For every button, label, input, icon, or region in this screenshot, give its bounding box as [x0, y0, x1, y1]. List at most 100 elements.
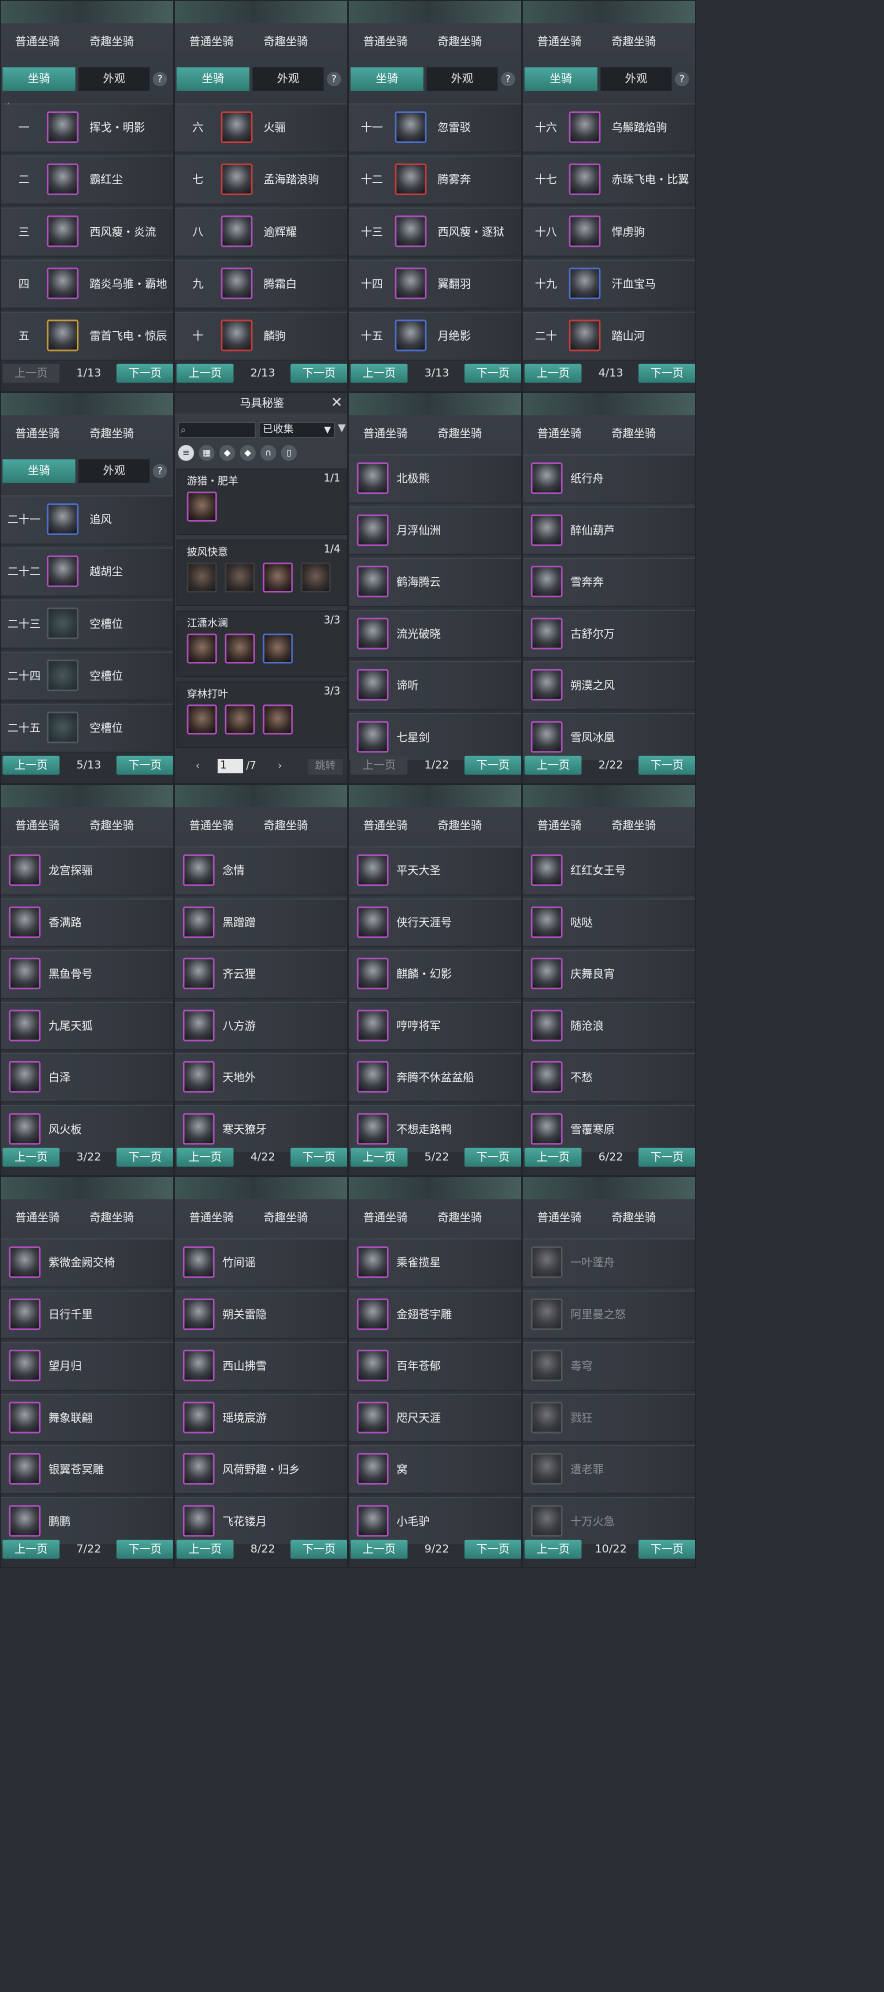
gear-piece-icon[interactable] — [186, 633, 217, 664]
list-item[interactable]: 十万火急 — [523, 1496, 695, 1546]
gear-piece-icon[interactable] — [300, 562, 331, 593]
list-item[interactable]: 十四 翼翻羽 — [349, 259, 521, 309]
list-item[interactable]: 雪凤冰凰 — [523, 712, 695, 762]
subtab-appearance[interactable]: 外观 — [426, 67, 498, 91]
prev-page-button[interactable]: 上一页 — [2, 1539, 60, 1559]
list-item[interactable]: 十三 西风瘦・逐狱 — [349, 207, 521, 257]
subtab-appearance[interactable]: 外观 — [252, 67, 324, 91]
list-item[interactable]: 十九 汗血宝马 — [523, 259, 695, 309]
horseshoe-category-icon[interactable]: ∩ — [260, 445, 277, 461]
prev-page-button[interactable]: 上一页 — [524, 755, 582, 775]
subtab-appearance[interactable]: 外观 — [78, 67, 150, 91]
list-item[interactable]: 三 西风瘦・炎流 — [1, 207, 173, 257]
prev-page-button[interactable]: 上一页 — [524, 1147, 582, 1167]
list-item[interactable]: 毒穹 — [523, 1341, 695, 1391]
tab-normal-mount[interactable]: 普通坐骑 — [363, 425, 407, 444]
list-item[interactable]: 五 雷首飞电・惊辰 — [1, 311, 173, 361]
list-item[interactable]: 舞象联翩 — [1, 1393, 173, 1443]
next-page-button[interactable]: 下一页 — [638, 1539, 695, 1559]
gear-piece-icon[interactable] — [186, 491, 217, 522]
collection-filter-select[interactable]: 已收集 ▼ — [258, 422, 335, 438]
next-page-button[interactable]: 下一页 — [464, 755, 521, 775]
gear-piece-icon[interactable] — [262, 633, 293, 664]
list-item[interactable]: 龙宫探骊 — [1, 846, 173, 896]
list-item[interactable]: 二十四 空槽位 — [1, 651, 173, 701]
tab-normal-mount[interactable]: 普通坐骑 — [15, 33, 59, 52]
gear-piece-icon[interactable] — [262, 562, 293, 593]
tab-fun-mount[interactable]: 奇趣坐骑 — [438, 817, 482, 836]
codex-set-group[interactable]: 披风快意 1/4 — [176, 539, 347, 606]
prev-page-button[interactable]: 上一页 — [350, 1147, 408, 1167]
list-item[interactable]: 流光破晓 — [349, 609, 521, 659]
next-page-button[interactable]: 下一页 — [638, 755, 695, 775]
prev-page-button[interactable]: 上一页 — [176, 363, 234, 383]
list-item[interactable]: 红红女王号 — [523, 846, 695, 896]
list-item[interactable]: 银翼苍冥雕 — [1, 1445, 173, 1494]
subtab-appearance[interactable]: 外观 — [600, 67, 672, 91]
list-item[interactable]: 二十三 空槽位 — [1, 599, 173, 649]
prev-page-button[interactable]: 上一页 — [350, 755, 408, 775]
tab-normal-mount[interactable]: 普通坐骑 — [15, 425, 59, 444]
tab-fun-mount[interactable]: 奇趣坐骑 — [612, 33, 656, 52]
list-item[interactable]: 一 挥戈・明影 — [1, 103, 173, 153]
list-item[interactable]: 八 逾辉耀 — [175, 207, 347, 257]
next-page-button[interactable]: 下一页 — [116, 755, 173, 775]
tab-fun-mount[interactable]: 奇趣坐骑 — [612, 817, 656, 836]
list-item[interactable]: 香满路 — [1, 898, 173, 947]
list-item[interactable]: 日行千里 — [1, 1290, 173, 1339]
next-page-button[interactable]: 下一页 — [638, 1147, 695, 1167]
list-item[interactable]: 紫微金阙交椅 — [1, 1238, 173, 1288]
prev-page-button[interactable]: 上一页 — [524, 1539, 582, 1559]
gear-piece-icon[interactable] — [224, 704, 255, 735]
next-page-button[interactable]: 下一页 — [638, 363, 695, 383]
subtab-mount[interactable]: 坐骑 — [350, 67, 424, 91]
list-item[interactable]: 不愁 — [523, 1053, 695, 1102]
tab-fun-mount[interactable]: 奇趣坐骑 — [438, 33, 482, 52]
tab-normal-mount[interactable]: 普通坐骑 — [15, 817, 59, 836]
list-item[interactable]: 雪奔奔 — [523, 557, 695, 607]
list-item[interactable]: 月浮仙洲 — [349, 506, 521, 555]
gear-piece-icon[interactable] — [224, 633, 255, 664]
tab-normal-mount[interactable]: 普通坐骑 — [537, 1209, 581, 1228]
list-item[interactable]: 四 踏炎乌骓・霸地 — [1, 259, 173, 309]
prev-page-arrow[interactable]: ‹ — [196, 757, 200, 776]
next-page-button[interactable]: 下一页 — [464, 1147, 521, 1167]
help-icon[interactable]: ? — [152, 71, 168, 87]
tab-normal-mount[interactable]: 普通坐骑 — [363, 817, 407, 836]
help-icon[interactable]: ? — [326, 71, 342, 87]
list-item[interactable]: 戮狂 — [523, 1393, 695, 1443]
list-item[interactable]: 小毛驴 — [349, 1496, 521, 1546]
tab-fun-mount[interactable]: 奇趣坐骑 — [612, 1209, 656, 1228]
search-input[interactable]: ⌕ — [178, 422, 256, 438]
list-item[interactable]: 竹间谣 — [175, 1238, 347, 1288]
list-item[interactable]: 一叶蓬舟 — [523, 1238, 695, 1288]
list-item[interactable]: 西山拂雪 — [175, 1341, 347, 1391]
next-page-arrow[interactable]: › — [278, 757, 282, 776]
page-input[interactable]: 1 — [217, 758, 244, 774]
list-item[interactable]: 望月归 — [1, 1341, 173, 1391]
next-page-button[interactable]: 下一页 — [290, 1147, 347, 1167]
list-item[interactable]: 不想走路鸭 — [349, 1104, 521, 1154]
help-icon[interactable]: ? — [152, 463, 168, 479]
next-page-button[interactable]: 下一页 — [116, 1539, 173, 1559]
gear-piece-icon[interactable] — [224, 562, 255, 593]
list-item[interactable]: 寒天獠牙 — [175, 1104, 347, 1154]
tab-fun-mount[interactable]: 奇趣坐骑 — [438, 425, 482, 444]
jump-button[interactable]: 跳转 — [307, 758, 343, 775]
list-item[interactable]: 七星剑 — [349, 712, 521, 762]
next-page-button[interactable]: 下一页 — [464, 1539, 521, 1559]
list-item[interactable]: 十二 腾雾奔 — [349, 155, 521, 205]
tab-normal-mount[interactable]: 普通坐骑 — [363, 1209, 407, 1228]
prev-page-button[interactable]: 上一页 — [176, 1539, 234, 1559]
tab-normal-mount[interactable]: 普通坐骑 — [363, 33, 407, 52]
grid-category-icon[interactable]: ▦ — [198, 445, 215, 461]
list-item[interactable]: 十六 乌鬃踏焰驹 — [523, 103, 695, 153]
tab-normal-mount[interactable]: 普通坐骑 — [537, 817, 581, 836]
codex-set-group[interactable]: 穿林打叶 3/3 — [176, 681, 347, 748]
next-page-button[interactable]: 下一页 — [116, 1147, 173, 1167]
next-page-button[interactable]: 下一页 — [290, 363, 347, 383]
subtab-mount[interactable]: 坐骑 — [2, 459, 76, 483]
gear-piece-icon[interactable] — [262, 704, 293, 735]
tab-normal-mount[interactable]: 普通坐骑 — [537, 33, 581, 52]
list-item[interactable]: 醉仙葫芦 — [523, 506, 695, 555]
